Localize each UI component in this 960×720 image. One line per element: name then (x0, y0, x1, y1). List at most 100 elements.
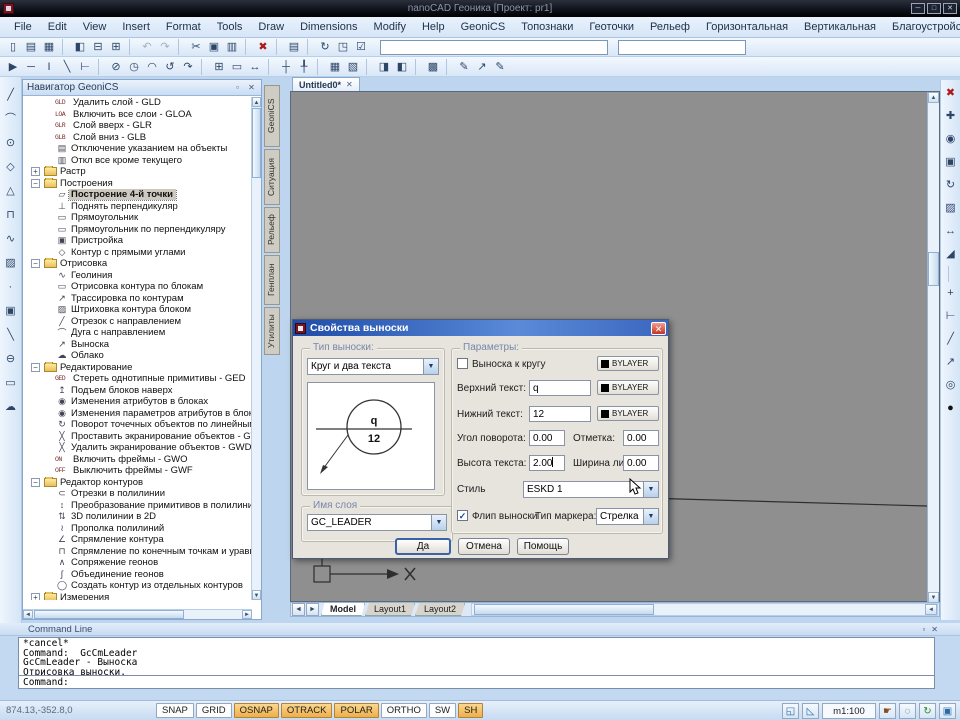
contour-rect-icon[interactable]: ▭ (2, 371, 20, 395)
tree-item[interactable]: ≀ Прополка полилиний (23, 523, 252, 535)
canvas-horizontal-scrollbar[interactable]: ◄ (471, 603, 938, 616)
tree-item[interactable]: ☁ Облако (23, 350, 252, 362)
table-icon[interactable]: ▦ (326, 59, 344, 75)
snap-insert-icon[interactable]: ╀ (295, 59, 313, 75)
redo-icon[interactable]: ↷ (156, 39, 174, 55)
tree-item[interactable]: ⌒ Дуга с направлением (23, 327, 252, 339)
boundary-icon[interactable]: ⊓ (2, 203, 20, 227)
side-tab-4[interactable]: Утилиты (264, 307, 280, 355)
leader-tool-icon[interactable]: ↗ (942, 351, 960, 374)
side-tab-1[interactable]: Ситуация (264, 149, 280, 205)
rectangle-icon[interactable]: ▭ (228, 59, 246, 75)
new-icon[interactable]: ▯ (4, 39, 22, 55)
tree-item[interactable]: ↥ Подъем блоков наверх (23, 385, 252, 397)
tree-item[interactable]: ▥ Откл все кроме текущего (23, 155, 252, 167)
scroll-up-icon[interactable]: ▲ (928, 92, 939, 103)
print-icon[interactable]: ⊟ (89, 39, 107, 55)
close-icon[interactable]: ✕ (246, 82, 257, 93)
zoom-window-icon[interactable]: ▣ (942, 151, 960, 174)
chevron-down-icon[interactable]: ▼ (643, 509, 658, 524)
tree-folder[interactable]: − Редактирование (23, 361, 252, 374)
line-width-input[interactable]: 0.00 (623, 455, 659, 471)
tree-item[interactable]: ↗ Трассировка по контурам (23, 293, 252, 305)
scroll-down-icon[interactable]: ▼ (252, 590, 261, 600)
dialog-title-bar[interactable]: Свойства выноски ✕ (293, 320, 668, 336)
hatch-region-icon[interactable]: ▨ (2, 251, 20, 275)
tree-item[interactable]: ↗ Выноска (23, 339, 252, 351)
menu-item-2[interactable]: View (75, 19, 115, 35)
sheet-tab-layout2[interactable]: Layout2 (415, 603, 466, 616)
toggle-snap[interactable]: SNAP (156, 703, 194, 718)
command-prompt[interactable]: Command: (18, 676, 935, 689)
scroll-up-icon[interactable]: ▲ (252, 97, 261, 107)
chevron-down-icon[interactable]: ▼ (423, 359, 438, 374)
ok-button[interactable]: Да (395, 538, 451, 555)
menu-item-16[interactable]: Благоустройство (884, 19, 960, 35)
scroll-right-icon[interactable]: ► (242, 610, 252, 619)
scrollbar-thumb[interactable] (474, 604, 655, 615)
block-attach-icon[interactable]: ◨ (375, 59, 393, 75)
tree-item[interactable]: ↕ Преобразование примитивов в полилинии (23, 500, 252, 512)
command-line-header[interactable]: Command Line ▫ ✕ (0, 623, 960, 636)
menu-item-10[interactable]: GeoniCS (453, 19, 514, 35)
scroll-right-icon[interactable]: ◄ (925, 604, 937, 615)
close-icon[interactable]: ✕ (931, 625, 938, 634)
expander-plus-icon[interactable]: + (31, 592, 40, 600)
tree-item[interactable]: ◯ Создать контур из отдельных контуров (23, 580, 252, 592)
tree-folder[interactable]: − Отрисовка (23, 258, 252, 270)
segment-tool-icon[interactable]: ╱ (942, 328, 960, 351)
circle-center-icon[interactable]: ⊙ (2, 131, 20, 155)
tree-folder[interactable]: + Растр (23, 166, 252, 178)
bottom-text-input[interactable]: 12 (529, 406, 591, 422)
bylayer-color-button-1[interactable]: BYLAYER (597, 356, 659, 371)
tree-item[interactable]: ◉ Изменения атрибутов в блоках (23, 396, 252, 408)
menu-item-7[interactable]: Dimensions (292, 19, 365, 35)
snap-node-icon[interactable]: ┼ (277, 59, 295, 75)
sheet-set-icon[interactable]: ▧ (344, 59, 362, 75)
refresh-icon[interactable]: ↻ (919, 702, 936, 719)
tree-item[interactable]: ∫ Объединение геонов (23, 569, 252, 581)
tree-folder[interactable]: − Построения (23, 177, 252, 190)
menu-item-3[interactable]: Insert (114, 19, 158, 35)
palette-icon[interactable]: ▩ (424, 59, 442, 75)
scrollbar-thumb[interactable] (34, 610, 184, 619)
copy-icon[interactable]: ▣ (205, 39, 223, 55)
bylayer-color-button-3[interactable]: BYLAYER (597, 406, 659, 421)
menu-item-12[interactable]: Геоточки (581, 19, 642, 35)
plot-style-icon[interactable]: ◧ (71, 39, 89, 55)
hand-select-icon[interactable]: ☛ (879, 702, 896, 719)
menu-item-11[interactable]: Топознаки (513, 19, 581, 35)
tree-item[interactable]: ⊥ Поднять перпендикуляр (23, 201, 252, 213)
expander-plus-icon[interactable]: + (31, 167, 40, 177)
draw-line-icon[interactable]: ╱ (2, 83, 20, 107)
pan-icon[interactable]: ✚ (942, 105, 960, 128)
toggle-sh[interactable]: SH (458, 703, 484, 718)
toggle-polar[interactable]: POLAR (334, 703, 379, 718)
rotate-ccw-icon[interactable]: ↺ (161, 59, 179, 75)
bylayer-color-button-2[interactable]: BYLAYER (597, 380, 659, 395)
pin-icon[interactable]: ▫ (232, 82, 243, 93)
menu-item-6[interactable]: Draw (250, 19, 292, 35)
arc-segment-icon[interactable]: ◠ (143, 59, 161, 75)
rotate-cw-icon[interactable]: ↷ (179, 59, 197, 75)
tree-item[interactable]: ╳ Удалить экранирование объектов - GWD (23, 442, 252, 454)
tree-item[interactable]: ◇ Контур с прямыми углами (23, 247, 252, 259)
text-cursor-icon[interactable]: I (40, 59, 58, 75)
scrollbar-thumb[interactable] (252, 108, 261, 178)
expander-minus-icon[interactable]: − (31, 259, 40, 269)
pin-icon[interactable]: ▫ (922, 625, 925, 634)
properties-icon[interactable]: ▤ (285, 39, 303, 55)
pencil-icon[interactable]: ✎ (491, 59, 509, 75)
paste-icon[interactable]: ▥ (223, 39, 241, 55)
import-icon[interactable]: ◳ (334, 39, 352, 55)
tree-item[interactable]: ⊂ Отрезки в полилинии (23, 488, 252, 500)
tree-item[interactable]: GLB Слой вниз - GLB (23, 132, 252, 144)
toolbar-field-2[interactable] (618, 39, 746, 55)
tree-item[interactable]: ▣ Пристройка (23, 235, 252, 247)
cancel-button[interactable]: Отмена (458, 538, 510, 555)
layer-select[interactable]: GC_LEADER ▼ (307, 514, 447, 531)
document-tab[interactable]: Untitled0* ✕ (292, 77, 360, 91)
toggle-ortho[interactable]: ORTHO (380, 703, 427, 718)
chevron-down-icon[interactable]: ▼ (431, 515, 446, 530)
update-icon[interactable]: ↻ (316, 39, 334, 55)
